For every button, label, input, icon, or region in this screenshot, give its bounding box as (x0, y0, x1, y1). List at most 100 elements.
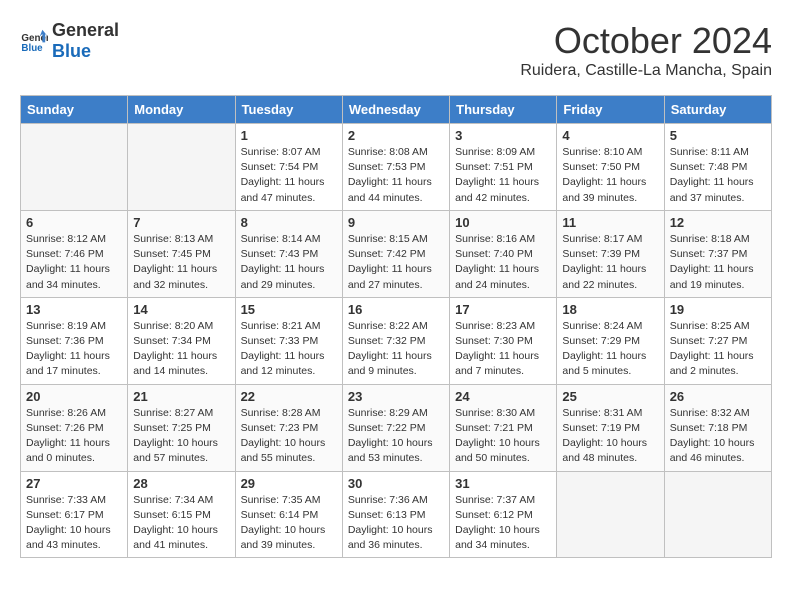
calendar-cell (557, 471, 664, 558)
day-number: 5 (670, 128, 766, 143)
day-number: 29 (241, 476, 337, 491)
day-number: 28 (133, 476, 229, 491)
calendar-cell: 7 Sunrise: 8:13 AM Sunset: 7:45 PM Daylig… (128, 210, 235, 297)
header-wednesday: Wednesday (342, 96, 449, 124)
day-info: Sunrise: 8:12 AM Sunset: 7:46 PM Dayligh… (26, 232, 122, 293)
logo-text: General (52, 20, 119, 40)
calendar-cell: 27 Sunrise: 7:33 AM Sunset: 6:17 PM Dayli… (21, 471, 128, 558)
header-saturday: Saturday (664, 96, 771, 124)
day-number: 17 (455, 302, 551, 317)
day-number: 21 (133, 389, 229, 404)
day-info: Sunrise: 8:08 AM Sunset: 7:53 PM Dayligh… (348, 145, 444, 206)
day-number: 27 (26, 476, 122, 491)
page-header: General Blue General Blue October 2024 R… (20, 20, 772, 80)
calendar-cell: 25Sunrise: 8:31 AM Sunset: 7:19 PM Dayli… (557, 384, 664, 471)
month-title: October 2024 (520, 20, 772, 62)
title-block: October 2024 Ruidera, Castille-La Mancha… (520, 20, 772, 80)
week-row-1: 1 Sunrise: 8:07 AM Sunset: 7:54 PM Daylig… (21, 124, 772, 211)
day-number: 10 (455, 215, 551, 230)
calendar-cell: 15Sunrise: 8:21 AM Sunset: 7:33 PM Dayli… (235, 297, 342, 384)
logo-icon: General Blue (20, 27, 48, 55)
day-number: 8 (241, 215, 337, 230)
calendar-cell: 16 Sunrise: 8:22 AM Sunset: 7:32 PM Dayli… (342, 297, 449, 384)
day-number: 3 (455, 128, 551, 143)
calendar-cell: 22Sunrise: 8:28 AM Sunset: 7:23 PM Dayli… (235, 384, 342, 471)
day-number: 26 (670, 389, 766, 404)
day-info: Sunrise: 8:23 AM Sunset: 7:30 PM Dayligh… (455, 319, 551, 380)
calendar-cell: 19 Sunrise: 8:25 AM Sunset: 7:27 PM Dayli… (664, 297, 771, 384)
day-info: Sunrise: 8:29 AM Sunset: 7:22 PM Dayligh… (348, 406, 444, 467)
day-info: Sunrise: 8:14 AM Sunset: 7:43 PM Dayligh… (241, 232, 337, 293)
day-info: Sunrise: 8:32 AM Sunset: 7:18 PM Dayligh… (670, 406, 766, 467)
header-friday: Friday (557, 96, 664, 124)
calendar-cell: 2 Sunrise: 8:08 AM Sunset: 7:53 PM Daylig… (342, 124, 449, 211)
header-sunday: Sunday (21, 96, 128, 124)
day-info: Sunrise: 7:34 AM Sunset: 6:15 PM Dayligh… (133, 493, 229, 554)
calendar-cell (128, 124, 235, 211)
day-number: 2 (348, 128, 444, 143)
day-info: Sunrise: 8:13 AM Sunset: 7:45 PM Dayligh… (133, 232, 229, 293)
day-info: Sunrise: 8:20 AM Sunset: 7:34 PM Dayligh… (133, 319, 229, 380)
calendar-cell: 1 Sunrise: 8:07 AM Sunset: 7:54 PM Daylig… (235, 124, 342, 211)
week-row-2: 6 Sunrise: 8:12 AM Sunset: 7:46 PM Daylig… (21, 210, 772, 297)
day-number: 1 (241, 128, 337, 143)
week-row-3: 13Sunrise: 8:19 AM Sunset: 7:36 PM Dayli… (21, 297, 772, 384)
day-info: Sunrise: 7:35 AM Sunset: 6:14 PM Dayligh… (241, 493, 337, 554)
header-row: SundayMondayTuesdayWednesdayThursdayFrid… (21, 96, 772, 124)
day-number: 24 (455, 389, 551, 404)
day-info: Sunrise: 8:24 AM Sunset: 7:29 PM Dayligh… (562, 319, 658, 380)
calendar-cell: 13Sunrise: 8:19 AM Sunset: 7:36 PM Dayli… (21, 297, 128, 384)
header-monday: Monday (128, 96, 235, 124)
day-info: Sunrise: 7:37 AM Sunset: 6:12 PM Dayligh… (455, 493, 551, 554)
day-info: Sunrise: 7:36 AM Sunset: 6:13 PM Dayligh… (348, 493, 444, 554)
day-info: Sunrise: 8:28 AM Sunset: 7:23 PM Dayligh… (241, 406, 337, 467)
day-number: 18 (562, 302, 658, 317)
day-info: Sunrise: 8:16 AM Sunset: 7:40 PM Dayligh… (455, 232, 551, 293)
day-info: Sunrise: 8:22 AM Sunset: 7:32 PM Dayligh… (348, 319, 444, 380)
day-number: 6 (26, 215, 122, 230)
location: Ruidera, Castille-La Mancha, Spain (520, 62, 772, 80)
calendar-cell (664, 471, 771, 558)
day-number: 13 (26, 302, 122, 317)
calendar-cell: 17 Sunrise: 8:23 AM Sunset: 7:30 PM Dayli… (450, 297, 557, 384)
day-number: 20 (26, 389, 122, 404)
day-info: Sunrise: 8:18 AM Sunset: 7:37 PM Dayligh… (670, 232, 766, 293)
calendar-cell: 31 Sunrise: 7:37 AM Sunset: 6:12 PM Dayli… (450, 471, 557, 558)
day-number: 16 (348, 302, 444, 317)
day-info: Sunrise: 8:25 AM Sunset: 7:27 PM Dayligh… (670, 319, 766, 380)
day-number: 11 (562, 215, 658, 230)
day-number: 23 (348, 389, 444, 404)
calendar-table: SundayMondayTuesdayWednesdayThursdayFrid… (20, 95, 772, 558)
header-tuesday: Tuesday (235, 96, 342, 124)
calendar-cell: 9Sunrise: 8:15 AM Sunset: 7:42 PM Daylig… (342, 210, 449, 297)
day-number: 30 (348, 476, 444, 491)
svg-text:Blue: Blue (21, 43, 43, 54)
calendar-cell: 3 Sunrise: 8:09 AM Sunset: 7:51 PM Daylig… (450, 124, 557, 211)
calendar-cell: 23 Sunrise: 8:29 AM Sunset: 7:22 PM Dayli… (342, 384, 449, 471)
day-number: 19 (670, 302, 766, 317)
calendar-cell: 5Sunrise: 8:11 AM Sunset: 7:48 PM Daylig… (664, 124, 771, 211)
day-number: 14 (133, 302, 229, 317)
day-info: Sunrise: 8:26 AM Sunset: 7:26 PM Dayligh… (26, 406, 122, 467)
calendar-cell (21, 124, 128, 211)
calendar-cell: 24Sunrise: 8:30 AM Sunset: 7:21 PM Dayli… (450, 384, 557, 471)
logo-blue-text: Blue (52, 41, 91, 61)
header-thursday: Thursday (450, 96, 557, 124)
calendar-cell: 21 Sunrise: 8:27 AM Sunset: 7:25 PM Dayli… (128, 384, 235, 471)
day-number: 7 (133, 215, 229, 230)
day-number: 31 (455, 476, 551, 491)
day-number: 4 (562, 128, 658, 143)
day-info: Sunrise: 8:09 AM Sunset: 7:51 PM Dayligh… (455, 145, 551, 206)
day-number: 9 (348, 215, 444, 230)
calendar-cell: 8 Sunrise: 8:14 AM Sunset: 7:43 PM Daylig… (235, 210, 342, 297)
day-info: Sunrise: 8:07 AM Sunset: 7:54 PM Dayligh… (241, 145, 337, 206)
calendar-cell: 29 Sunrise: 7:35 AM Sunset: 6:14 PM Dayli… (235, 471, 342, 558)
week-row-5: 27 Sunrise: 7:33 AM Sunset: 6:17 PM Dayli… (21, 471, 772, 558)
calendar-cell: 6 Sunrise: 8:12 AM Sunset: 7:46 PM Daylig… (21, 210, 128, 297)
day-number: 15 (241, 302, 337, 317)
day-info: Sunrise: 8:10 AM Sunset: 7:50 PM Dayligh… (562, 145, 658, 206)
calendar-cell: 4 Sunrise: 8:10 AM Sunset: 7:50 PM Daylig… (557, 124, 664, 211)
calendar-cell: 28 Sunrise: 7:34 AM Sunset: 6:15 PM Dayli… (128, 471, 235, 558)
day-info: Sunrise: 7:33 AM Sunset: 6:17 PM Dayligh… (26, 493, 122, 554)
day-info: Sunrise: 8:27 AM Sunset: 7:25 PM Dayligh… (133, 406, 229, 467)
